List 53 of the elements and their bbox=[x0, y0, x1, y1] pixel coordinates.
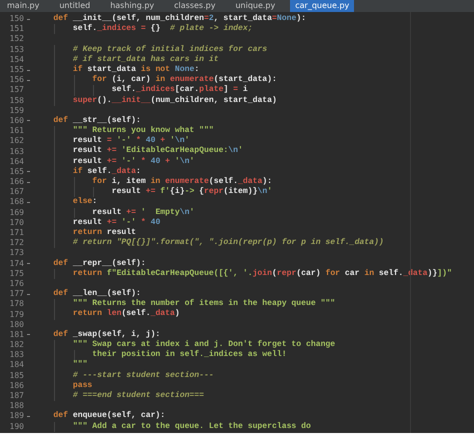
line-number: 153 bbox=[8, 44, 24, 55]
file-tab[interactable]: main.py bbox=[2, 0, 44, 12]
code-line: def __init__(self, num_children=2, start_data=None): bbox=[52, 14, 306, 24]
line-number: 155 bbox=[8, 65, 24, 76]
line-number: 171 bbox=[8, 228, 24, 238]
line-number: 160 bbox=[8, 116, 24, 126]
file-tab[interactable]: unique.py bbox=[230, 0, 280, 12]
line-number: 173 bbox=[8, 248, 24, 258]
line-number: 156 bbox=[8, 75, 24, 86]
code-line: def __len__(self): bbox=[52, 289, 141, 299]
code-line: def enqueue(self, car): bbox=[52, 411, 166, 422]
line-number: 181 bbox=[8, 330, 24, 340]
line-number: 176 bbox=[8, 278, 24, 289]
line-number: 188 bbox=[8, 401, 24, 412]
line-number: 172 bbox=[8, 238, 24, 248]
line-number: 189 bbox=[8, 411, 24, 422]
line-number: 178 bbox=[8, 299, 24, 310]
line-number: 154 bbox=[8, 54, 24, 65]
line-number: 162 bbox=[8, 136, 24, 146]
line-number: 168 bbox=[8, 197, 24, 208]
line-number: 167 bbox=[8, 187, 24, 198]
line-number: 165 bbox=[8, 166, 24, 177]
code-line: def _swap(self, i, j): bbox=[52, 330, 160, 340]
code-line: def __str__(self): bbox=[52, 116, 141, 126]
line-number: 177 bbox=[8, 289, 24, 300]
line-number: 185 bbox=[8, 370, 24, 381]
line-number: 163 bbox=[8, 146, 24, 157]
file-tab[interactable]: classes.py bbox=[169, 0, 220, 12]
file-tab[interactable]: hashing.py bbox=[105, 0, 160, 12]
line-number: 164 bbox=[8, 156, 24, 167]
line-number: 170 bbox=[8, 218, 24, 228]
file-tab[interactable]: car_queue.py bbox=[290, 0, 354, 12]
line-number: 183 bbox=[8, 350, 24, 360]
line-number: 179 bbox=[8, 310, 24, 320]
line-number: 175 bbox=[8, 268, 24, 279]
code-line: def __repr__(self): bbox=[52, 258, 146, 269]
line-number: 169 bbox=[8, 208, 24, 218]
line-number: 174 bbox=[8, 258, 24, 269]
line-number: 182 bbox=[8, 340, 24, 350]
line-number: 152 bbox=[8, 34, 24, 44]
line-number: 157 bbox=[8, 85, 24, 96]
line-number: 159 bbox=[8, 106, 24, 116]
line-number: 166 bbox=[8, 177, 24, 188]
line-number: 190 bbox=[8, 422, 24, 432]
line-number: 150 bbox=[8, 14, 24, 24]
line-number: 187 bbox=[8, 391, 24, 402]
line-number: 186 bbox=[8, 380, 24, 391]
file-tab[interactable]: untitled bbox=[54, 0, 96, 12]
line-number: 151 bbox=[8, 24, 24, 34]
line-number: 184 bbox=[8, 360, 24, 370]
line-number: 180 bbox=[8, 320, 24, 330]
line-number: 158 bbox=[8, 96, 24, 106]
line-number: 161 bbox=[8, 126, 24, 136]
